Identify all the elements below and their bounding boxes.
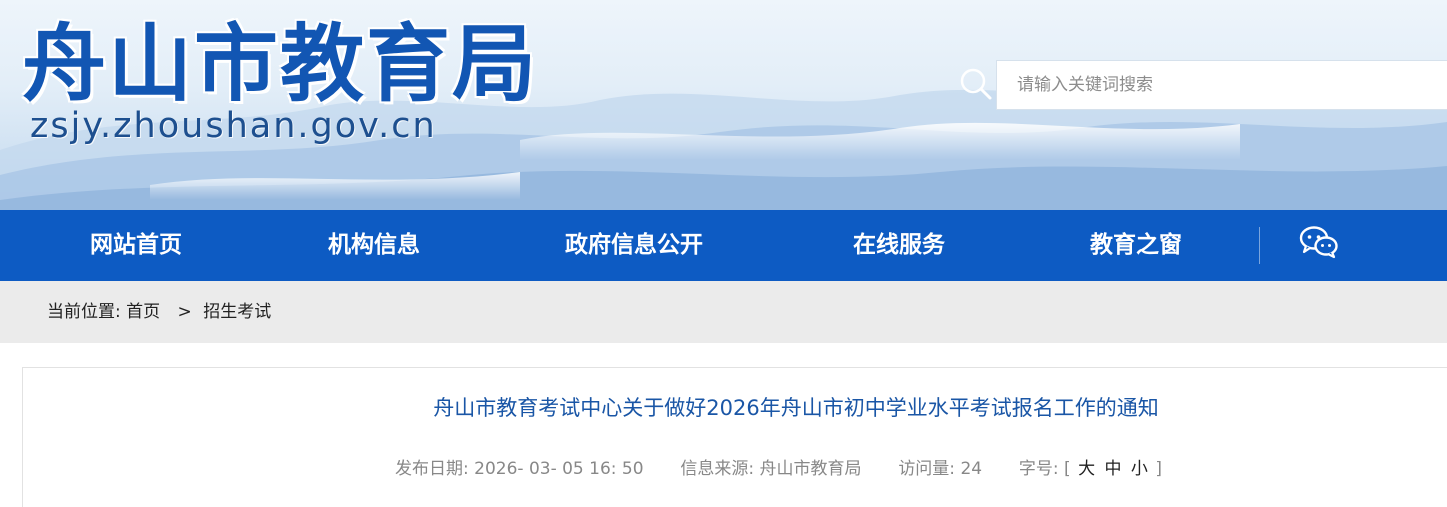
source: 舟山市教育局 (759, 459, 862, 479)
article-title: 舟山市教育考试中心关于做好2026年舟山市初中学业水平考试报名工作的通知 (433, 396, 1159, 420)
breadcrumb: 当前位置: 首页 > 招生考试 (47, 281, 271, 343)
nav-divider (1259, 227, 1260, 264)
article-meta: 发布日期: 2026- 03- 05 16: 50 信息来源: 舟山市教育局 访… (395, 454, 1162, 479)
breadcrumb-home-link[interactable]: 首页 (126, 302, 160, 322)
font-size-small-button[interactable]: 小 (1131, 459, 1148, 479)
font-size-close-bracket: ] (1155, 459, 1162, 479)
breadcrumb-separator: > (177, 302, 192, 322)
breadcrumb-prefix: 当前位置: (47, 302, 121, 322)
views-count: 24 (960, 459, 983, 479)
font-size-control: 字号: [ 大 中 小 ] (1019, 459, 1162, 479)
site-domain: zsjy.zhoushan.gov.cn (30, 106, 437, 146)
publish-date-label: 发布日期: (395, 459, 469, 479)
font-size-medium-button[interactable]: 中 (1105, 459, 1122, 479)
font-size-large-button[interactable]: 大 (1078, 459, 1095, 479)
main-navigation: 网站首页 机构信息 政府信息公开 在线服务 教育之窗 (0, 210, 1447, 281)
font-size-open-bracket: [ (1064, 459, 1071, 479)
site-title: 舟山市教育局 (22, 14, 539, 113)
publish-date: 2026- 03- 05 16: 50 (474, 459, 644, 479)
search-icon[interactable] (958, 66, 994, 102)
nav-item-home[interactable]: 网站首页 (90, 210, 182, 281)
search-input[interactable] (996, 60, 1447, 110)
source-label: 信息来源: (680, 459, 755, 479)
nav-item-education-window[interactable]: 教育之窗 (1090, 210, 1182, 281)
header-banner: 舟山市教育局 zsjy.zhoushan.gov.cn (0, 0, 1447, 210)
views-label: 访问量: (898, 459, 956, 479)
nav-item-organization[interactable]: 机构信息 (328, 210, 420, 281)
nav-item-gov-info-disclosure[interactable]: 政府信息公开 (565, 210, 703, 281)
breadcrumb-current-link[interactable]: 招生考试 (203, 302, 271, 322)
breadcrumb-bar: 当前位置: 首页 > 招生考试 (0, 281, 1447, 343)
article-container: 舟山市教育考试中心关于做好2026年舟山市初中学业水平考试报名工作的通知 发布日… (22, 367, 1447, 507)
wechat-icon[interactable] (1299, 225, 1339, 259)
font-size-label: 字号: (1018, 459, 1059, 479)
nav-item-online-services[interactable]: 在线服务 (853, 210, 945, 281)
